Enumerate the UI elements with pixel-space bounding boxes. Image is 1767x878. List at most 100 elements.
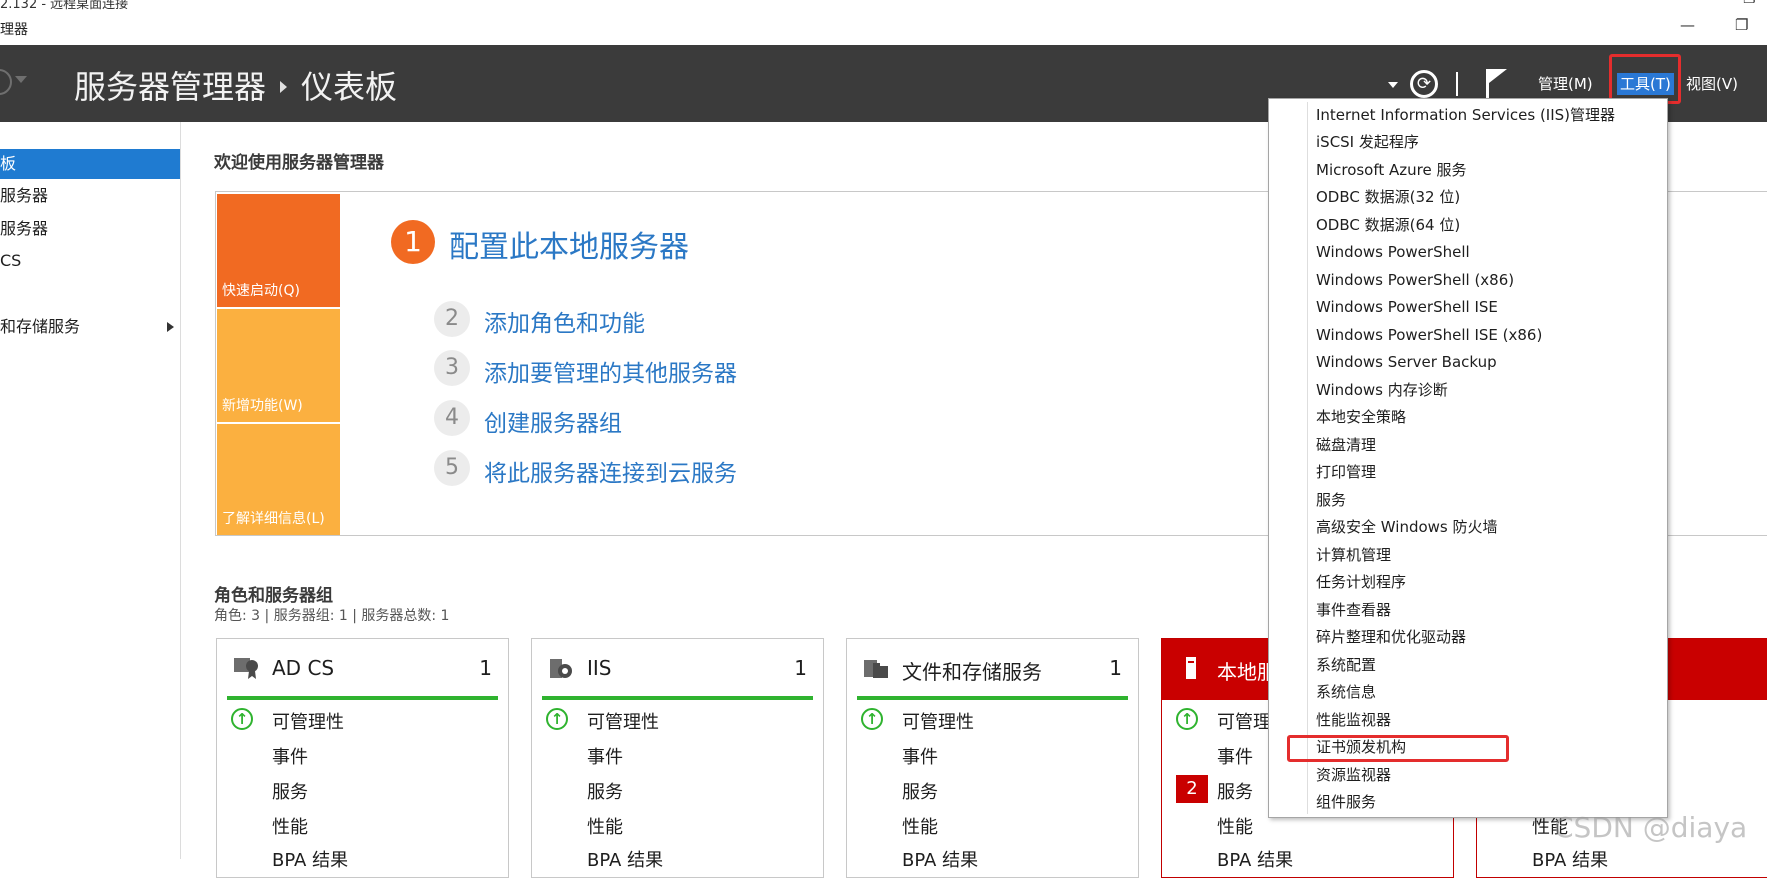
app-restore-button[interactable]: ❐ [1735, 16, 1748, 34]
menu-item-local-security-policy[interactable]: 本地安全策略 [1316, 404, 1406, 430]
rdp-window-title: 2.132 - 远程桌面连接 [0, 0, 129, 10]
menu-manage[interactable]: 管理(M) [1538, 73, 1593, 95]
sidebar-item-dashboard[interactable]: 板 [0, 149, 180, 179]
role-row-manageability[interactable]: 可管理性 [272, 708, 344, 734]
step-add-servers-link[interactable]: 添加要管理的其他服务器 [484, 354, 737, 388]
role-row-bpa[interactable]: BPA 结果 [902, 846, 978, 872]
menu-item-memory-diagnostic[interactable]: Windows 内存诊断 [1316, 377, 1448, 403]
back-forward-icon[interactable] [0, 69, 12, 95]
menu-item-event-viewer[interactable]: 事件查看器 [1316, 597, 1391, 623]
role-row-bpa[interactable]: BPA 结果 [587, 846, 663, 872]
app-minimize-button[interactable]: — [1680, 16, 1695, 34]
step-add-roles-link[interactable]: 添加角色和功能 [484, 304, 645, 338]
step-create-group-link[interactable]: 创建服务器组 [484, 404, 622, 438]
menu-item-performance-monitor[interactable]: 性能监视器 [1316, 707, 1391, 733]
menu-item-powershell-ise-x86[interactable]: Windows PowerShell ISE (x86) [1316, 322, 1542, 348]
role-row-services[interactable]: 服务 [587, 778, 623, 804]
welcome-title: 欢迎使用服务器管理器 [214, 153, 384, 173]
role-row-performance[interactable]: 性能 [1217, 813, 1253, 839]
tile-learn-more[interactable]: 了解详细信息(L) [217, 424, 340, 535]
rdp-minimize-button[interactable]: — [1670, 0, 1684, 7]
sidebar-item-all-servers[interactable]: 服务器 [0, 214, 180, 244]
step-5-number: 5 [434, 450, 470, 486]
step-connect-cloud-link[interactable]: 将此服务器连接到云服务 [484, 454, 737, 488]
role-card-ad-cs[interactable]: AD CS 1 ↑ 可管理性 事件 服务 性能 BPA 结果 [216, 638, 509, 878]
menu-item-resource-monitor[interactable]: 资源监视器 [1316, 762, 1391, 788]
role-row-manageability[interactable]: 可管理性 [902, 708, 974, 734]
role-row-performance[interactable]: 性能 [902, 813, 938, 839]
tile-whats-new[interactable]: 新增功能(W) [217, 309, 340, 422]
tile-whats-new-label: 新增功能(W) [222, 398, 303, 414]
sidebar-item-file-storage[interactable]: 和存储服务 [0, 312, 180, 342]
role-card-file-storage[interactable]: 文件和存储服务 1 ↑ 可管理性 事件 服务 性能 BPA 结果 [846, 638, 1139, 878]
menu-item-computer-management[interactable]: 计算机管理 [1316, 542, 1391, 568]
role-card-iis[interactable]: IIS 1 ↑ 可管理性 事件 服务 性能 BPA 结果 [531, 638, 824, 878]
notifications-flag-icon[interactable] [1483, 67, 1509, 101]
role-row-events[interactable]: 事件 [272, 743, 308, 769]
server-role-icon [1186, 657, 1196, 679]
rdp-window-titlebar: 2.132 - 远程桌面连接 — ❐ [0, 0, 1767, 10]
menu-item-task-scheduler[interactable]: 任务计划程序 [1316, 569, 1406, 595]
sidebar: 板 服务器 服务器 CS 和存储服务 [0, 122, 181, 859]
role-row-performance[interactable]: 性能 [272, 813, 308, 839]
menu-item-firewall[interactable]: 高级安全 Windows 防火墙 [1316, 514, 1498, 540]
tools-dropdown-menu: Internet Information Services (IIS)管理器 i… [1268, 98, 1668, 818]
iis-role-icon [550, 659, 572, 678]
menu-item-services[interactable]: 服务 [1316, 487, 1346, 513]
step-3-number: 3 [434, 350, 470, 386]
menu-item-iscsi[interactable]: iSCSI 发起程序 [1316, 129, 1419, 155]
menu-item-print-management[interactable]: 打印管理 [1316, 459, 1376, 485]
alert-count-badge: 2 [1176, 775, 1208, 803]
menu-item-system-info[interactable]: 系统信息 [1316, 679, 1376, 705]
role-row-services[interactable]: 服务 [272, 778, 308, 804]
role-row-events[interactable]: 事件 [587, 743, 623, 769]
expand-arrow-icon[interactable] [167, 322, 174, 332]
tools-menu-highlight-box [1609, 54, 1681, 104]
breadcrumb-separator-icon [280, 81, 288, 93]
app-window-title: 理器 [0, 22, 28, 38]
nav-history-caret-icon[interactable] [15, 76, 27, 83]
step-configure-local-server-link[interactable]: 配置此本地服务器 [449, 222, 689, 266]
breadcrumb-page: 仪表板 [301, 68, 398, 106]
rdp-restore-button[interactable]: ❐ [1743, 0, 1756, 7]
role-row-bpa[interactable]: BPA 结果 [1217, 846, 1293, 872]
menu-item-defrag[interactable]: 碎片整理和优化驱动器 [1316, 624, 1466, 650]
header-divider [1456, 72, 1458, 96]
sidebar-item-label: CS [0, 251, 22, 270]
step-4-number: 4 [434, 400, 470, 436]
role-row-manageability[interactable]: 可管理性 [587, 708, 659, 734]
refresh-icon[interactable]: ⟳ [1410, 70, 1438, 98]
role-row-events[interactable]: 事件 [1217, 743, 1253, 769]
sidebar-item-ad-cs[interactable]: CS [0, 246, 180, 276]
menu-item-odbc-64[interactable]: ODBC 数据源(64 位) [1316, 212, 1460, 238]
app-window-titlebar: 理器 — ❐ [0, 10, 1767, 45]
sidebar-item-local-server[interactable]: 服务器 [0, 181, 180, 211]
menu-item-server-backup[interactable]: Windows Server Backup [1316, 349, 1497, 375]
role-row-events[interactable]: 事件 [902, 743, 938, 769]
menu-item-component-services[interactable]: 组件服务 [1316, 789, 1376, 815]
menu-item-system-config[interactable]: 系统配置 [1316, 652, 1376, 678]
step-2-number: 2 [434, 301, 470, 337]
roles-section-title: 角色和服务器组 [214, 586, 333, 606]
menu-view[interactable]: 视图(V) [1686, 73, 1738, 95]
menu-item-powershell-x86[interactable]: Windows PowerShell (x86) [1316, 267, 1514, 293]
role-row-bpa[interactable]: BPA 结果 [272, 846, 348, 872]
breadcrumb-dropdown-caret-icon[interactable] [1388, 82, 1398, 88]
role-card-count: 1 [479, 656, 492, 680]
menu-item-azure[interactable]: Microsoft Azure 服务 [1316, 157, 1467, 183]
role-row-services[interactable]: 服务 [1217, 778, 1253, 804]
menu-item-powershell-ise[interactable]: Windows PowerShell ISE [1316, 294, 1498, 320]
role-row-services[interactable]: 服务 [902, 778, 938, 804]
status-ok-arrow-icon: ↑ [546, 708, 568, 730]
role-row-bpa[interactable]: BPA 结果 [1532, 846, 1608, 872]
tile-quick-start[interactable]: 快速启动(Q) [217, 194, 340, 307]
tile-learn-more-label: 了解详细信息(L) [222, 511, 325, 527]
certificate-role-icon [234, 658, 258, 679]
menu-item-iis-manager[interactable]: Internet Information Services (IIS)管理器 [1316, 102, 1615, 128]
role-row-performance[interactable]: 性能 [587, 813, 623, 839]
menu-item-disk-cleanup[interactable]: 磁盘清理 [1316, 432, 1376, 458]
role-health-bar [857, 696, 1128, 700]
sidebar-item-label: 服务器 [0, 219, 49, 238]
menu-item-powershell[interactable]: Windows PowerShell [1316, 239, 1470, 265]
menu-item-odbc-32[interactable]: ODBC 数据源(32 位) [1316, 184, 1460, 210]
